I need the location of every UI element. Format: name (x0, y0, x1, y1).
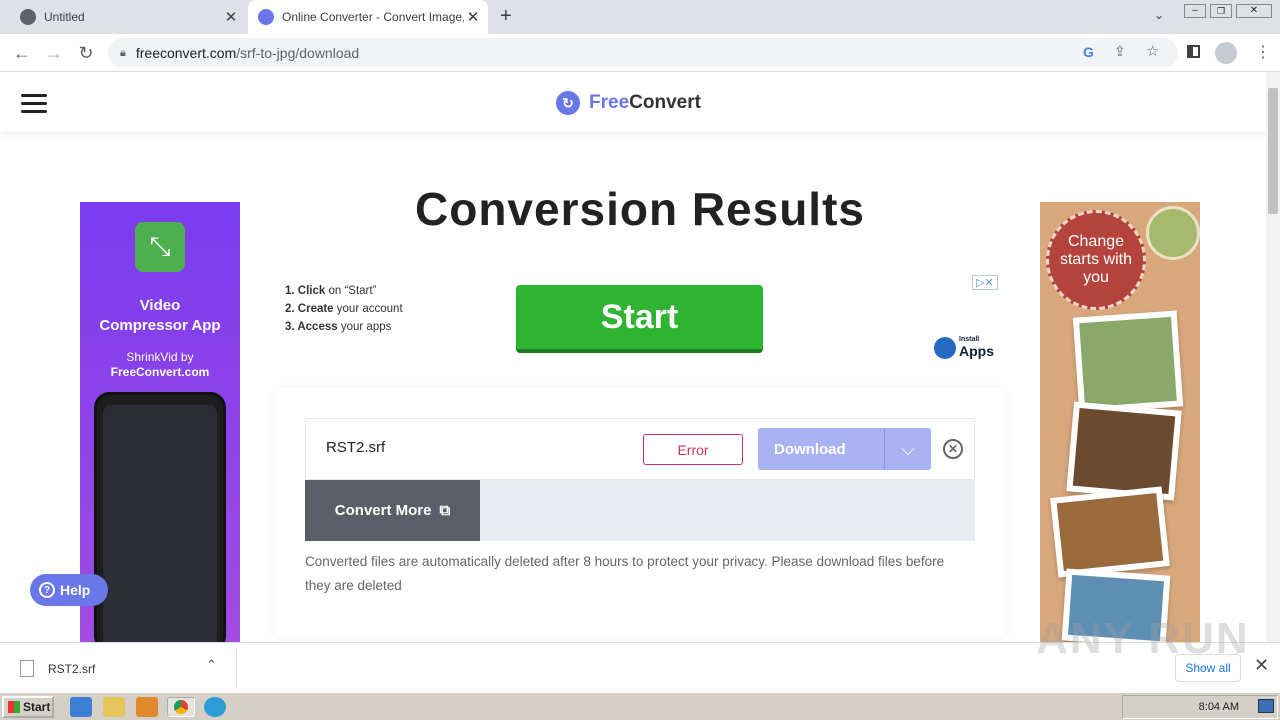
start-label: Start (23, 700, 51, 714)
forward-icon[interactable]: → (40, 34, 68, 72)
help-button[interactable]: ? Help (30, 574, 108, 606)
close-shelf-icon[interactable]: ✕ (1254, 655, 1269, 676)
brand: Apps (959, 343, 994, 359)
close-tab-icon[interactable]: ✕ (464, 8, 482, 26)
file-name: RST2.srf (326, 439, 386, 456)
minimize-icon[interactable]: ‒ (1184, 4, 1206, 18)
step-3: 3. Access your apps (285, 321, 392, 333)
anyrun-watermark: ANY RUN (1036, 614, 1250, 663)
bookmark-star-icon[interactable]: ☆ (1146, 42, 1159, 60)
close-window-icon[interactable]: ✕ (1236, 4, 1272, 18)
chrome-taskbar-button[interactable] (167, 697, 195, 717)
address-bar[interactable]: 🔒︎ freeconvert.com/srf-to-jpg/download (108, 38, 1178, 68)
freeconvert-favicon (258, 9, 274, 25)
ad-photo (1072, 310, 1184, 414)
ad-start-button[interactable]: Start (516, 285, 763, 353)
media-player-icon[interactable] (136, 697, 158, 717)
phone-mockup-image (94, 392, 226, 642)
ad-photo (1050, 486, 1170, 578)
share-icon[interactable]: ⇪ (1114, 43, 1126, 60)
start-button[interactable]: Start (2, 696, 54, 718)
ad-right-banner[interactable]: Change starts with you (1040, 202, 1200, 642)
download-item[interactable]: RST2.srf (20, 660, 95, 677)
chevron-down-icon[interactable]: ⌵ (884, 428, 931, 470)
menu-kebab-icon[interactable]: ⋮ (1255, 42, 1271, 62)
status-badge: Error (643, 434, 743, 465)
ad-photo (1066, 401, 1182, 501)
download-file-name: RST2.srf (48, 661, 96, 676)
site-logo[interactable]: ↻ Free Convert (556, 91, 701, 115)
logo-convert: Convert (629, 92, 701, 113)
privacy-note: Converted files are automatically delete… (305, 554, 945, 593)
explorer-icon[interactable] (103, 697, 125, 717)
ie-icon[interactable] (70, 697, 92, 717)
question-icon: ? (39, 582, 55, 598)
web-page: ↻ Free Convert Conversion Results ⤡ Video… (0, 72, 1266, 642)
profile-avatar[interactable] (1215, 42, 1237, 64)
windows-logo-icon (8, 701, 20, 713)
lock-icon: 🔒︎ (120, 46, 126, 59)
tab-search-icon[interactable]: ⌄ (1154, 8, 1164, 22)
chevron-up-icon[interactable]: ⌃ (206, 657, 217, 673)
site-header: ↻ Free Convert (0, 72, 1266, 132)
ad-site: FreeConvert.com (110, 365, 210, 379)
windows-taskbar: Start 8:04 AM (0, 692, 1280, 720)
globe-icon (20, 9, 36, 25)
step-1: 1. Click on “Start” (285, 285, 377, 297)
logo-free: Free (589, 92, 630, 113)
url-domain: freeconvert.com (135, 45, 237, 61)
convert-more-button[interactable]: Convert More ⧉ (305, 480, 480, 541)
close-tab-icon[interactable]: ✕ (222, 8, 240, 26)
scrollbar-thumb[interactable] (1268, 88, 1278, 214)
tab-strip: Untitled ✕ Online Converter - Convert Im… (0, 0, 1280, 34)
adchoices-icon[interactable]: ▷✕ (972, 275, 998, 290)
shelf-divider (236, 649, 237, 687)
edge-icon[interactable] (204, 697, 226, 717)
tab-title: Untitled (44, 10, 85, 24)
ad-left-banner[interactable]: ⤡ Video Compressor App ShrinkVid by Free… (80, 202, 240, 642)
step-2: 2. Create your account (285, 303, 403, 315)
ad-badge: Change starts with you (1046, 210, 1146, 310)
hamburger-menu-icon[interactable] (21, 89, 47, 118)
brand-small: Install (959, 336, 980, 343)
back-icon[interactable]: ← (8, 34, 36, 72)
tab-title: Online Converter - Convert Image, Video (282, 10, 464, 24)
reload-icon[interactable]: ↻ (72, 34, 100, 72)
install-apps-icon (934, 336, 956, 359)
ad-app-title: Video Compressor App (99, 297, 221, 334)
help-label: Help (60, 582, 91, 598)
clock: 8:04 AM (1198, 701, 1239, 713)
restore-icon[interactable]: ❐ (1210, 4, 1232, 18)
file-row: RST2.srf Error Download ⌵ ✕ (305, 418, 975, 480)
show-desktop-icon[interactable] (1258, 699, 1274, 713)
system-tray: 8:04 AM (1122, 695, 1278, 719)
google-icon[interactable]: G (1083, 44, 1094, 60)
side-panel-icon[interactable] (1187, 45, 1200, 58)
ad-byline: ShrinkVid by (126, 350, 194, 364)
logo-icon: ↻ (556, 91, 580, 115)
new-tab-button[interactable]: + (500, 5, 512, 28)
remove-file-icon[interactable]: ✕ (943, 439, 963, 459)
browser-toolbar: ← → ↻ 🔒︎ freeconvert.com/srf-to-jpg/down… (0, 34, 1280, 72)
install-apps-logo: Install Apps (934, 336, 994, 359)
install-steps: 1. Click on “Start” 2. Create your accou… (285, 282, 405, 336)
url-path: /srf-to-jpg/download (236, 45, 360, 61)
download-button[interactable]: Download (758, 428, 884, 470)
chrome-icon (174, 700, 188, 714)
tab-freeconvert[interactable]: Online Converter - Convert Image, Video … (248, 0, 488, 34)
external-link-icon: ⧉ (439, 502, 451, 519)
file-icon (20, 660, 34, 677)
tree-logo-icon (1146, 206, 1200, 260)
video-compress-icon: ⤡ (135, 222, 185, 272)
tab-untitled[interactable]: Untitled ✕ (0, 0, 246, 34)
convert-more-label: Convert More (334, 502, 432, 519)
